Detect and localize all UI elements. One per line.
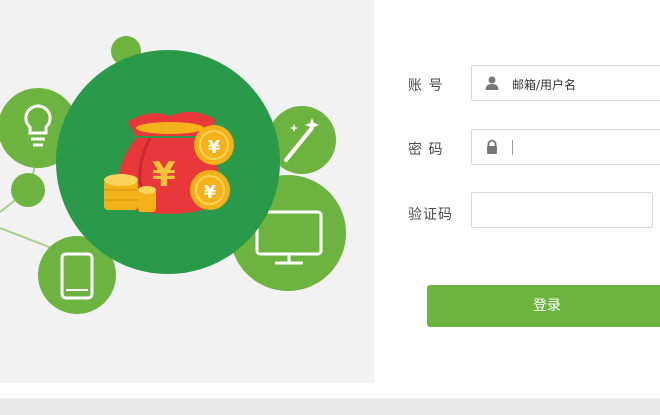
login-button[interactable]: 登录 — [427, 285, 660, 327]
hero-illustration: ¥ ¥ ¥ — [0, 0, 374, 383]
account-input[interactable]: 邮箱/用户名 — [471, 65, 660, 101]
yuan-symbol: ¥ — [152, 155, 176, 195]
hero-graphic: ¥ ¥ ¥ — [0, 36, 346, 314]
decor-dot — [11, 173, 45, 207]
footer-band — [0, 398, 660, 415]
lock-icon — [487, 139, 497, 154]
captcha-label: 验证码 — [408, 207, 453, 223]
account-placeholder: 邮箱/用户名 — [512, 78, 577, 92]
user-icon — [485, 76, 499, 90]
text-caret — [512, 140, 513, 155]
coin-yuan-symbol: ¥ — [204, 182, 217, 203]
account-label: 账 号 — [408, 78, 444, 94]
password-label: 密 码 — [408, 142, 444, 158]
captcha-input[interactable] — [471, 192, 653, 228]
password-input[interactable] — [471, 129, 660, 165]
coin-yuan-symbol: ¥ — [208, 137, 221, 158]
